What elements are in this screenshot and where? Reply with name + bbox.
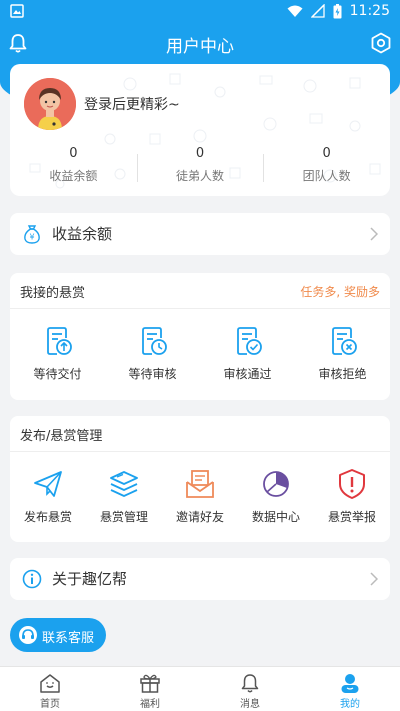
section-title: 发布/悬赏管理: [20, 429, 103, 444]
tab-label: 首页: [40, 699, 60, 710]
layers-icon: [110, 471, 138, 497]
status-bar: 11:25: [0, 0, 400, 24]
balance-row[interactable]: ¥ 收益余额: [10, 213, 390, 255]
pie-chart-icon: [263, 471, 289, 497]
info-icon: [22, 569, 42, 589]
battery-icon: [333, 3, 342, 18]
bottom-tab-bar: 首页 福利 消息 我的: [0, 666, 400, 711]
section-title: 我接的悬赏: [20, 286, 86, 301]
about-label: 关于趣亿帮: [52, 570, 128, 588]
stat-balance[interactable]: 0 收益余额: [10, 146, 137, 184]
bell-icon: [241, 674, 259, 693]
app-header: 用户中心: [0, 24, 400, 62]
manage-label: 悬赏管理: [99, 510, 148, 524]
gift-icon: [140, 674, 160, 693]
promo-text[interactable]: 任务多, 奖励多: [300, 283, 380, 300]
profile-stats: 0 收益余额 0 徒弟人数 0 团队人数: [10, 146, 390, 184]
home-icon: [40, 674, 60, 693]
tab-label: 福利: [140, 699, 160, 710]
tab-welfare[interactable]: 福利: [100, 667, 200, 711]
money-bag-icon: ¥: [24, 225, 40, 244]
chevron-right-icon: [370, 227, 378, 241]
manage-label: 邀请好友: [175, 510, 224, 524]
publish-reward[interactable]: 发布悬赏: [10, 468, 86, 525]
task-label: 审核拒绝: [318, 367, 367, 381]
image-notification-icon: [10, 4, 24, 18]
login-prompt[interactable]: 登录后更精彩~: [84, 94, 180, 114]
tab-messages[interactable]: 消息: [200, 667, 300, 711]
tab-mine[interactable]: 我的: [300, 667, 400, 711]
user-icon: [341, 674, 359, 693]
task-label: 等待审核: [128, 367, 177, 381]
task-waiting-delivery[interactable]: 等待交付: [10, 325, 105, 382]
task-waiting-review[interactable]: 等待审核: [105, 325, 200, 382]
paper-plane-icon: [34, 471, 62, 497]
data-center[interactable]: 数据中心: [238, 468, 314, 525]
wifi-icon: [287, 5, 303, 17]
tab-label: 消息: [240, 699, 260, 710]
page-title: 用户中心: [166, 37, 234, 57]
avatar[interactable]: [24, 78, 76, 130]
default-avatar-icon: [24, 78, 76, 130]
check-doc-icon: [236, 327, 262, 355]
balance-label: 收益余额: [52, 225, 113, 243]
contact-service-button[interactable]: 联系客服: [10, 618, 106, 652]
svg-text:¥: ¥: [29, 233, 34, 242]
stat-label: 团队人数: [302, 169, 351, 183]
my-tasks-section: 我接的悬赏 任务多, 奖励多 等待交付 等待审核 审核通过 审核拒绝: [10, 273, 390, 400]
settings-icon[interactable]: [370, 32, 392, 54]
stat-value: 0: [195, 146, 205, 161]
service-label: 联系客服: [42, 631, 95, 646]
stat-team[interactable]: 0 团队人数: [263, 146, 390, 184]
task-label: 审核通过: [223, 367, 272, 381]
report-reward[interactable]: 悬赏举报: [314, 468, 390, 525]
about-row[interactable]: 关于趣亿帮: [10, 558, 390, 600]
reject-doc-icon: [331, 327, 357, 355]
headset-icon: [19, 626, 37, 644]
invite-friends[interactable]: 邀请好友: [162, 468, 238, 525]
upload-doc-icon: [46, 327, 72, 355]
profile-card[interactable]: 登录后更精彩~ 0 收益余额 0 徒弟人数 0 团队人数: [10, 64, 390, 196]
envelope-icon: [186, 470, 214, 498]
manage-label: 发布悬赏: [23, 510, 72, 524]
tab-label: 我的: [340, 699, 360, 710]
stat-apprentices[interactable]: 0 徒弟人数: [136, 146, 264, 184]
chevron-right-icon: [370, 572, 378, 586]
task-label: 等待交付: [33, 367, 82, 381]
stat-label: 徒弟人数: [176, 169, 225, 183]
task-approved[interactable]: 审核通过: [200, 325, 295, 382]
task-rejected[interactable]: 审核拒绝: [295, 325, 390, 382]
tab-home[interactable]: 首页: [0, 667, 100, 711]
shield-alert-icon: [339, 469, 365, 499]
signal-icon: [310, 4, 325, 18]
manage-label: 数据中心: [251, 510, 300, 524]
clock-doc-icon: [141, 327, 167, 355]
manage-label: 悬赏举报: [327, 510, 376, 524]
reward-management[interactable]: 悬赏管理: [86, 468, 162, 525]
stat-value: 0: [69, 146, 78, 161]
manage-section: 发布/悬赏管理 发布悬赏 悬赏管理 邀请好友 数据中心 悬赏举报: [10, 416, 390, 542]
stat-label: 收益余额: [49, 169, 98, 183]
status-time: 11:25: [349, 3, 390, 19]
stat-value: 0: [322, 146, 331, 161]
